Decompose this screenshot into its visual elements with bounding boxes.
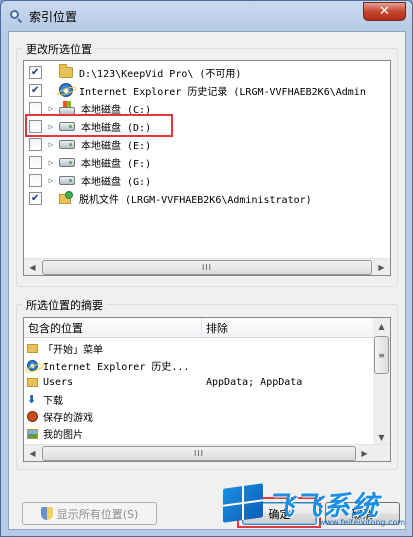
location-checkbox[interactable]: [29, 155, 42, 169]
show-all-locations-label: 显示所有位置(S): [56, 507, 139, 521]
drive-icon: [59, 175, 75, 185]
included-location: 下载: [43, 396, 63, 407]
location-row[interactable]: ▷ 本地磁盘 (E:): [24, 135, 390, 153]
download-icon: ⬇: [27, 393, 37, 406]
column-header-excluded[interactable]: 排除: [202, 318, 374, 338]
dialog-body: 更改所选位置 ◀ III ▶ D:\123\KeepVid Pro\ (不可用)…: [8, 31, 406, 530]
scroll-left-arrow-icon[interactable]: ◀: [24, 259, 41, 275]
ie-icon: [27, 360, 41, 371]
locations-tree[interactable]: ◀ III ▶ D:\123\KeepVid Pro\ (不可用) Interne…: [23, 60, 391, 276]
included-location: 保存的游戏: [43, 413, 93, 424]
windows-drive-icon: [59, 101, 75, 115]
index-locations-dialog: 索引位置 ✕ 更改所选位置 ◀ III ▶ D:\123\KeepVid Pro…: [0, 0, 413, 537]
scroll-left-arrow-icon[interactable]: ◀: [24, 445, 41, 461]
saved-games-icon: [27, 411, 41, 422]
location-row[interactable]: 脱机文件 (LRGM-VVFHAEB2K6\Administrator): [24, 189, 390, 207]
location-checkbox[interactable]: [29, 173, 42, 187]
title-bar[interactable]: 索引位置: [1, 1, 412, 31]
summary-row[interactable]: Internet Explorer 历史...: [24, 357, 374, 374]
pictures-icon: [27, 428, 41, 439]
vertical-scrollbar-thumb[interactable]: ≡: [374, 336, 389, 374]
location-row[interactable]: ▷ 本地磁盘 (G:): [24, 171, 390, 189]
windows-logo-icon: [223, 483, 263, 523]
summary-vertical-scrollbar[interactable]: ▲ ≡ ▼: [373, 318, 390, 446]
location-label: 本地磁盘 (E:): [81, 140, 152, 152]
summary-horizontal-scrollbar[interactable]: ◀ III ▶: [24, 444, 390, 461]
column-header-included[interactable]: 包含的位置: [24, 318, 202, 338]
location-checkbox[interactable]: [29, 65, 42, 79]
folder-icon: [59, 63, 73, 78]
summary-row[interactable]: 保存的游戏: [24, 408, 374, 425]
scroll-right-arrow-icon[interactable]: ▶: [356, 445, 373, 461]
window-title: 索引位置: [29, 9, 78, 24]
scroll-right-arrow-icon[interactable]: ▶: [373, 259, 390, 275]
summary-row[interactable]: 我的图片: [24, 425, 374, 442]
included-location: Internet Explorer 历史...: [43, 362, 190, 373]
expand-arrow-icon[interactable]: ▷: [46, 104, 56, 113]
drive-icon: [59, 139, 75, 149]
summary-list[interactable]: 包含的位置 排除 「开始」菜单 Internet Explorer 历史... Us…: [23, 317, 391, 462]
location-checkbox[interactable]: [29, 137, 42, 151]
location-label: 脱机文件 (LRGM-VVFHAEB2K6\Administrator): [79, 194, 312, 206]
location-checkbox[interactable]: [29, 191, 42, 205]
location-row[interactable]: D:\123\KeepVid Pro\ (不可用): [24, 63, 390, 81]
summary-group: 所选位置的摘要 包含的位置 排除 「开始」菜单 Internet Explorer…: [16, 297, 398, 470]
included-location: Users: [43, 377, 74, 388]
scrollbar-thumb[interactable]: III: [42, 260, 372, 275]
ie-icon: [59, 83, 73, 97]
location-label: 本地磁盘 (F:): [81, 158, 152, 170]
summary-row[interactable]: ⬇ 下载: [24, 391, 374, 408]
folder-icon: [27, 378, 41, 387]
summary-label: 所选位置的摘要: [23, 297, 106, 313]
close-button[interactable]: ✕: [363, 2, 406, 21]
expand-arrow-icon[interactable]: ▷: [46, 158, 56, 167]
change-locations-label: 更改所选位置: [23, 41, 95, 57]
scrollbar-thumb[interactable]: III: [42, 446, 356, 461]
search-icon: [9, 9, 23, 24]
show-all-locations-button[interactable]: 显示所有位置(S): [22, 502, 157, 525]
drive-d-highlight: [25, 114, 173, 137]
locations-horizontal-scrollbar[interactable]: ◀ III ▶: [24, 258, 390, 275]
location-row[interactable]: Internet Explorer 历史记录 (LRGM-VVFHAEB2K6\…: [24, 81, 390, 99]
location-label: D:\123\KeepVid Pro\ (不可用): [79, 68, 242, 80]
location-checkbox[interactable]: [29, 101, 42, 115]
included-location: 「开始」菜单: [43, 345, 103, 356]
scroll-up-arrow-icon[interactable]: ▲: [373, 318, 390, 335]
watermark: 飞飞系统 www.feifeixitong.com: [223, 483, 406, 529]
offline-files-icon: [59, 191, 73, 205]
drive-icon: [59, 157, 75, 167]
uac-shield-icon: [40, 507, 53, 520]
expand-arrow-icon[interactable]: ▷: [46, 176, 56, 185]
expand-arrow-icon[interactable]: ▷: [46, 140, 56, 149]
included-location: 我的图片: [43, 430, 83, 441]
location-label: Internet Explorer 历史记录 (LRGM-VVFHAEB2K6\…: [79, 86, 366, 98]
location-row[interactable]: ▷ 本地磁盘 (F:): [24, 153, 390, 171]
summary-row[interactable]: 「开始」菜单: [24, 340, 374, 357]
location-checkbox[interactable]: [29, 83, 42, 97]
summary-row[interactable]: Users AppData; AppData: [24, 374, 374, 391]
change-locations-group: 更改所选位置 ◀ III ▶ D:\123\KeepVid Pro\ (不可用)…: [16, 41, 398, 287]
watermark-url: www.feifeixitong.com: [319, 518, 406, 527]
excluded-location: AppData; AppData: [206, 377, 303, 388]
folder-icon: [27, 344, 41, 353]
location-label: 本地磁盘 (G:): [81, 176, 152, 188]
